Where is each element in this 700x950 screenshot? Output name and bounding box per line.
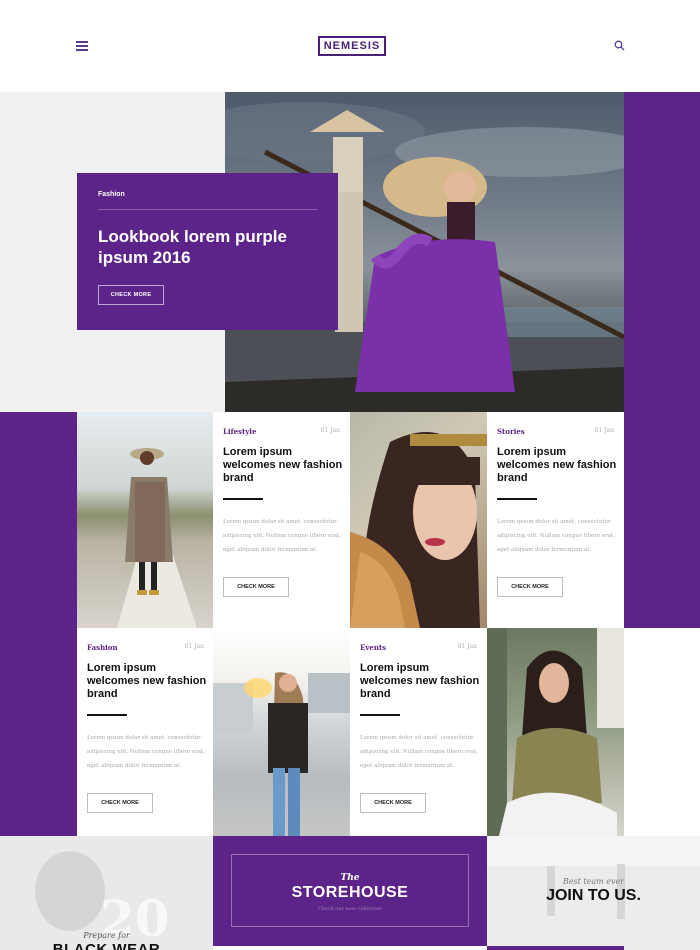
article-category[interactable]: Lifestyle xyxy=(223,427,256,436)
article-category[interactable]: Events xyxy=(360,643,386,652)
article-excerpt: Lorem ipsum dolor sit amet, consectetur … xyxy=(360,735,479,769)
check-more-button[interactable]: CHECK MORE xyxy=(87,793,153,813)
hero-category[interactable]: Fashion xyxy=(98,191,125,198)
promo-title[interactable]: BLACK WEAR xyxy=(0,941,213,950)
article-date: 01 Jan xyxy=(457,643,477,650)
article-category[interactable]: Stories xyxy=(497,427,525,436)
accent-panel xyxy=(0,412,77,836)
article-category[interactable]: Fashion xyxy=(87,643,118,652)
check-more-button[interactable]: CHECK MORE xyxy=(98,285,164,305)
check-more-button[interactable]: CHECK MORE xyxy=(223,577,289,597)
check-more-button[interactable]: CHECK MORE xyxy=(360,793,426,813)
check-more-button[interactable]: CHECK MORE xyxy=(497,577,563,597)
divider xyxy=(497,498,537,500)
promo-tile[interactable]: 20 Prepare for BLACK WEAR xyxy=(0,836,213,950)
storehouse-pretitle: The xyxy=(340,873,360,883)
hero-title[interactable]: Lookbook lorem purple ipsum 2016 xyxy=(98,226,323,268)
article-card: Fashion 01 Jan Lorem ipsum welcomes new … xyxy=(77,628,214,844)
article-date: 01 Jan xyxy=(320,427,340,434)
join-pretitle: Best team ever xyxy=(562,877,625,886)
article-excerpt: Lorem ipsum dolor sit amet, consectetur … xyxy=(87,735,206,769)
article-title[interactable]: Lorem ipsum welcomes new fashion brand xyxy=(360,662,480,701)
search-icon[interactable] xyxy=(614,40,625,51)
accent-panel xyxy=(624,412,700,628)
article-date: 01 Jan xyxy=(594,427,614,434)
accent-bar xyxy=(487,946,624,950)
hero-card: Fashion Lookbook lorem purple ipsum 2016… xyxy=(77,173,338,330)
article-title[interactable]: Lorem ipsum welcomes new fashion brand xyxy=(223,446,343,485)
join-tile[interactable]: Best team ever JOIN TO US. xyxy=(487,836,700,950)
article-card: Lifestyle 01 Jan Lorem ipsum welcomes ne… xyxy=(213,412,350,628)
divider xyxy=(223,498,263,500)
article-photo[interactable] xyxy=(213,628,350,844)
article-excerpt: Lorem ipsum dolor sit amet, consectetur … xyxy=(497,519,616,553)
divider xyxy=(360,714,400,716)
storehouse-subtitle: Check our new collection xyxy=(317,906,383,912)
article-photo[interactable] xyxy=(487,628,624,844)
article-photo[interactable] xyxy=(350,412,487,628)
accent-panel xyxy=(624,92,700,412)
site-logo[interactable]: NEMESIS xyxy=(318,36,386,56)
article-card: Stories 01 Jan Lorem ipsum welcomes new … xyxy=(487,412,624,628)
storehouse-tile[interactable]: The STOREHOUSE Check our new collection xyxy=(213,836,487,946)
divider xyxy=(87,714,127,716)
hamburger-menu-icon[interactable] xyxy=(76,41,88,51)
promo-pretitle: Prepare for xyxy=(83,931,130,940)
article-title[interactable]: Lorem ipsum welcomes new fashion brand xyxy=(497,446,617,485)
article-card: Events 01 Jan Lorem ipsum welcomes new f… xyxy=(350,628,487,844)
storehouse-title[interactable]: STOREHOUSE xyxy=(213,884,487,902)
divider xyxy=(98,209,317,210)
article-date: 01 Jan xyxy=(184,643,204,650)
join-title[interactable]: JOIN TO US. xyxy=(487,887,700,905)
article-excerpt: Lorem ipsum dolor sit amet, consectetur … xyxy=(223,519,342,553)
article-title[interactable]: Lorem ipsum welcomes new fashion brand xyxy=(87,662,207,701)
article-photo[interactable] xyxy=(77,412,214,628)
